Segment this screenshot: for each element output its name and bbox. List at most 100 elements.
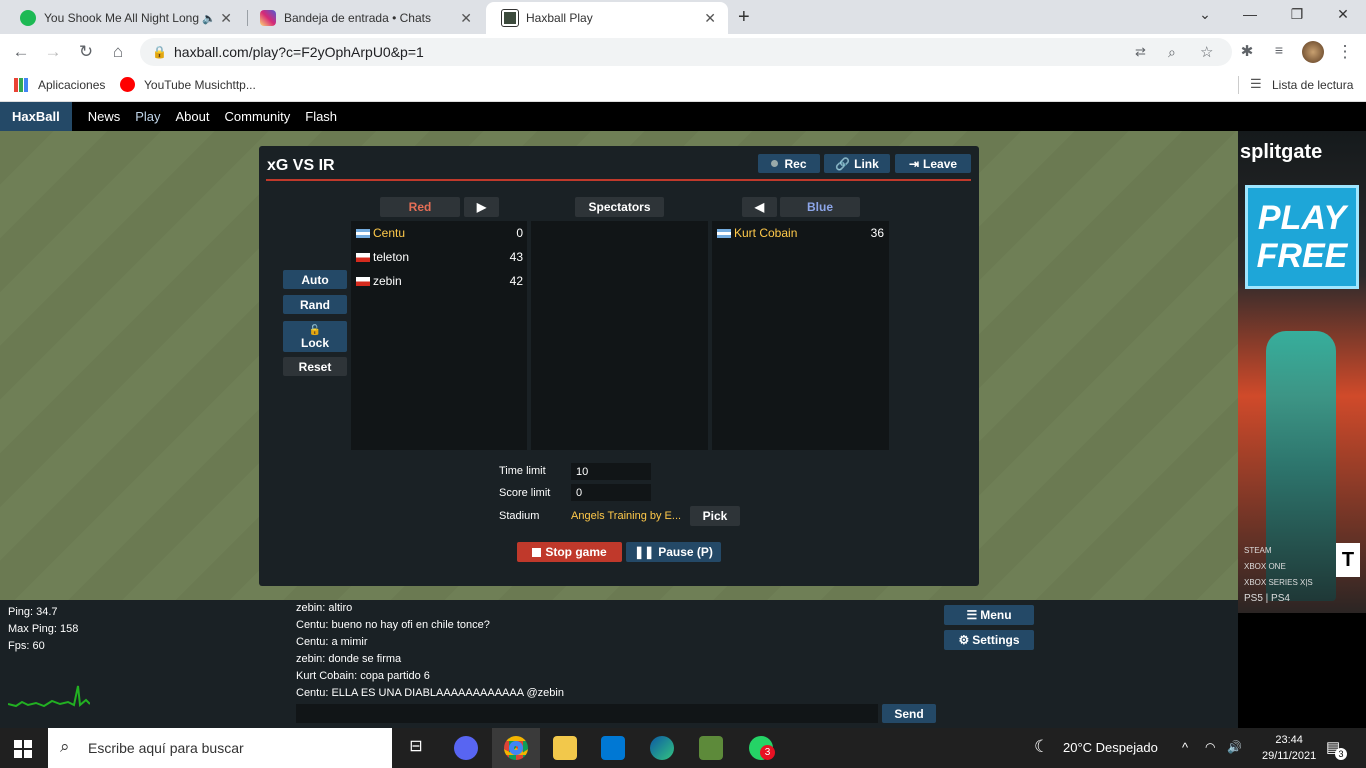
argentina-flag-icon xyxy=(356,228,370,238)
move-left-arrow-icon[interactable]: ◀ xyxy=(742,197,777,217)
pick-stadium-button[interactable]: Pick xyxy=(690,506,740,526)
player-row[interactable]: Centu 0 xyxy=(356,226,523,240)
red-team-button[interactable]: Red xyxy=(380,197,460,217)
score-limit-field[interactable]: 0 xyxy=(571,484,651,501)
chat-message: Centu: bueno no hay ofi en chile tonce? xyxy=(296,619,490,631)
edge-icon[interactable] xyxy=(650,736,674,760)
ad-cta-line1: PLAY xyxy=(1257,199,1347,237)
reading-list-icon: ☰ xyxy=(1250,76,1262,91)
spectators-button[interactable]: Spectators xyxy=(575,197,664,217)
tab-spotify[interactable]: You Shook Me All Night Long 🔈 ✕ xyxy=(4,2,244,34)
new-tab-icon[interactable]: + xyxy=(738,6,750,29)
chile-flag-icon xyxy=(356,252,370,262)
tray-chevron-icon[interactable]: ^ xyxy=(1182,740,1188,755)
maximize-icon[interactable]: ❐ xyxy=(1287,6,1307,23)
nav-community[interactable]: Community xyxy=(225,109,291,124)
menu-button[interactable]: ☰ Menu xyxy=(944,605,1034,625)
fps-stat: Fps: 60 xyxy=(8,640,45,652)
chat-input[interactable] xyxy=(296,704,878,723)
task-view-icon[interactable]: ⊟ xyxy=(404,736,428,760)
reading-list-link[interactable]: Lista de lectura xyxy=(1272,78,1353,92)
player-row[interactable]: Kurt Cobain 36 xyxy=(717,226,884,240)
ad-platforms: STEAM XBOX ONE XBOX SERIES X|S PS5 | PS4 xyxy=(1244,546,1313,604)
profile-avatar[interactable] xyxy=(1302,41,1324,63)
wifi-icon[interactable]: ◠ xyxy=(1205,740,1215,754)
move-right-arrow-icon[interactable]: ▶ xyxy=(464,197,499,217)
rand-button[interactable]: Rand xyxy=(283,295,347,314)
leave-button[interactable]: ⇥ Leave xyxy=(895,154,971,173)
home-icon[interactable]: ⌂ xyxy=(107,42,129,62)
bookmark-aplicaciones[interactable]: Aplicaciones xyxy=(38,78,105,92)
send-button[interactable]: Send xyxy=(882,704,936,723)
player-row[interactable]: zebin 42 xyxy=(356,274,523,288)
translate-icon[interactable]: ⇄ xyxy=(1135,44,1146,60)
whatsapp-icon[interactable]: 3 xyxy=(749,736,775,760)
close-tab-icon[interactable]: ✕ xyxy=(704,10,716,27)
back-icon[interactable]: ← xyxy=(10,42,32,62)
blue-team-list[interactable]: Kurt Cobain 36 xyxy=(712,221,889,450)
player-score: 42 xyxy=(509,274,523,288)
ad-play-free-button[interactable]: PLAY FREE xyxy=(1245,185,1359,289)
windows-start-icon[interactable] xyxy=(14,740,32,758)
settings-button[interactable]: ⚙ Settings xyxy=(944,630,1034,650)
red-team-list[interactable]: Centu 0 teleton 43 zebin 42 xyxy=(351,221,527,450)
minimize-icon[interactable]: — xyxy=(1240,6,1260,22)
ad-brand: splitgate xyxy=(1240,141,1323,163)
chrome-menu-icon[interactable]: ⋮ xyxy=(1334,42,1356,62)
close-tab-icon[interactable]: ✕ xyxy=(220,10,232,27)
close-tab-icon[interactable]: ✕ xyxy=(460,10,472,27)
player-row[interactable]: teleton 43 xyxy=(356,250,523,264)
taskbar-search-box[interactable]: ⌕ Escribe aquí para buscar xyxy=(48,728,392,768)
forward-icon[interactable]: → xyxy=(42,42,64,62)
minecraft-icon[interactable] xyxy=(699,736,723,760)
ad-footer-blank xyxy=(1238,613,1366,728)
file-explorer-icon[interactable] xyxy=(553,736,577,760)
clock[interactable]: 23:44 29/11/2021 xyxy=(1262,732,1316,764)
tab-instagram[interactable]: Bandeja de entrada • Chats ✕ xyxy=(244,2,484,34)
chrome-taskbar-button[interactable] xyxy=(492,728,540,768)
auto-button[interactable]: Auto xyxy=(283,270,347,289)
title-underline xyxy=(266,179,971,181)
reset-button[interactable]: Reset xyxy=(283,357,347,376)
link-button[interactable]: 🔗 Link xyxy=(824,154,890,173)
player-score: 43 xyxy=(509,250,523,264)
spectators-list[interactable] xyxy=(531,221,708,450)
notifications-badge: 3 xyxy=(1335,748,1347,760)
bookmark-divider xyxy=(1238,76,1239,94)
instagram-icon xyxy=(260,10,276,26)
nav-play[interactable]: Play xyxy=(135,109,160,124)
rec-button[interactable]: Rec xyxy=(758,154,820,173)
blue-team-button[interactable]: Blue xyxy=(780,197,860,217)
weather-text[interactable]: 20°C Despejado xyxy=(1063,740,1158,755)
discord-icon[interactable] xyxy=(454,736,478,760)
splitgate-ad[interactable]: splitgate PLAY FREE STEAM XBOX ONE XBOX … xyxy=(1238,131,1366,613)
youtube-music-icon xyxy=(120,77,135,92)
tab-haxball[interactable]: Haxball Play ✕ xyxy=(486,2,728,34)
extensions-icon[interactable]: ✱ xyxy=(1236,42,1258,60)
ad-cta-line2: FREE xyxy=(1256,237,1348,275)
pause-button[interactable]: ❚❚ Pause (P) xyxy=(626,542,721,562)
tab-title: Haxball Play xyxy=(526,11,593,25)
store-icon[interactable] xyxy=(601,736,625,760)
tab-title: Bandeja de entrada • Chats xyxy=(284,11,431,25)
media-control-icon[interactable]: ≡ xyxy=(1268,42,1290,58)
volume-icon[interactable]: 🔊 xyxy=(1227,740,1242,754)
player-name: Centu xyxy=(373,226,406,240)
bottom-hud: Ping: 34.7 Max Ping: 158 Fps: 60 zebin: … xyxy=(0,600,1238,728)
reload-icon[interactable]: ↻ xyxy=(75,42,97,62)
tab-search-icon[interactable]: ⌄ xyxy=(1195,6,1215,23)
record-dot-icon xyxy=(771,160,779,167)
lock-button[interactable]: 🔓 Lock xyxy=(283,321,347,352)
time-limit-field[interactable]: 10 xyxy=(571,463,651,480)
url-field[interactable]: 🔒 haxball.com/play?c=F2yOphArpU0&p=1 ⇄ ⌕… xyxy=(140,38,1232,66)
nav-about[interactable]: About xyxy=(176,109,210,124)
bookmark-youtube-music[interactable]: YouTube Musichttp... xyxy=(144,78,256,92)
star-icon[interactable]: ☆ xyxy=(1200,43,1213,61)
nav-flash[interactable]: Flash xyxy=(305,109,337,124)
zoom-icon[interactable]: ⌕ xyxy=(1168,44,1176,61)
stop-game-button[interactable]: Stop game xyxy=(517,542,622,562)
player-name: teleton xyxy=(373,250,410,264)
close-window-icon[interactable]: ✕ xyxy=(1333,6,1353,23)
nav-news[interactable]: News xyxy=(88,109,121,124)
haxball-logo[interactable]: HaxBall xyxy=(0,102,72,131)
